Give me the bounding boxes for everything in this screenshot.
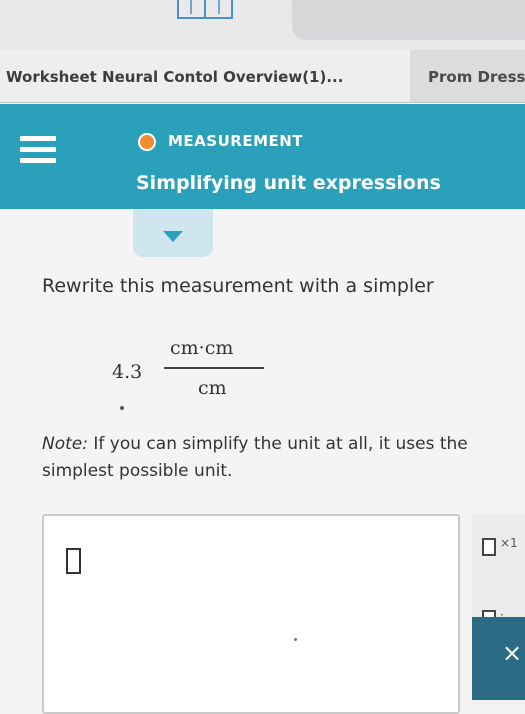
expand-toggle-button[interactable] bbox=[133, 209, 213, 257]
topic-status-dot bbox=[138, 133, 156, 151]
page-title: Simplifying unit expressions bbox=[136, 172, 441, 194]
bullet-mark bbox=[120, 406, 124, 410]
chevron-down-icon bbox=[163, 231, 183, 242]
note-label: Note: bbox=[42, 434, 88, 454]
browser-tab-strip: Worksheet Neural Contol Overview(1)... P… bbox=[0, 50, 525, 103]
coefficient: 4.3 bbox=[112, 361, 143, 383]
address-bar[interactable] bbox=[292, 0, 525, 40]
unit-numerator: cm·cm bbox=[170, 337, 234, 359]
superscript-tool-button[interactable]: ×1 bbox=[476, 530, 525, 568]
answer-input[interactable] bbox=[42, 514, 460, 714]
browser-tab-worksheet[interactable]: Worksheet Neural Contol Overview(1)... bbox=[0, 50, 410, 102]
superscript-suffix: ×1 bbox=[500, 536, 518, 550]
question-area: Rewrite this measurement with a simpler … bbox=[0, 209, 525, 714]
close-icon: × bbox=[502, 639, 523, 667]
question-instruction: Rewrite this measurement with a simpler bbox=[42, 275, 434, 297]
book-icon bbox=[177, 0, 233, 19]
note-body: If you can simplify the unit at all, it … bbox=[42, 434, 468, 481]
clear-answer-button[interactable]: × bbox=[472, 617, 525, 700]
browser-tab-prom-dress[interactable]: Prom Dress bbox=[416, 50, 525, 102]
measurement-expression: 4.3 cm·cm cm bbox=[112, 337, 272, 417]
topic-label: MEASUREMENT bbox=[168, 132, 304, 150]
unit-denominator: cm bbox=[198, 377, 227, 399]
answer-cursor-dot bbox=[294, 638, 297, 641]
lesson-header: MEASUREMENT Simplifying unit expressions bbox=[0, 104, 525, 209]
browser-top-bar bbox=[0, 0, 525, 50]
note-text: Note: If you can simplify the unit at al… bbox=[42, 431, 522, 485]
hamburger-menu-icon[interactable] bbox=[20, 136, 56, 172]
answer-placeholder-box[interactable] bbox=[66, 548, 81, 574]
fraction-bar bbox=[164, 367, 264, 369]
superscript-box-icon bbox=[482, 538, 496, 556]
